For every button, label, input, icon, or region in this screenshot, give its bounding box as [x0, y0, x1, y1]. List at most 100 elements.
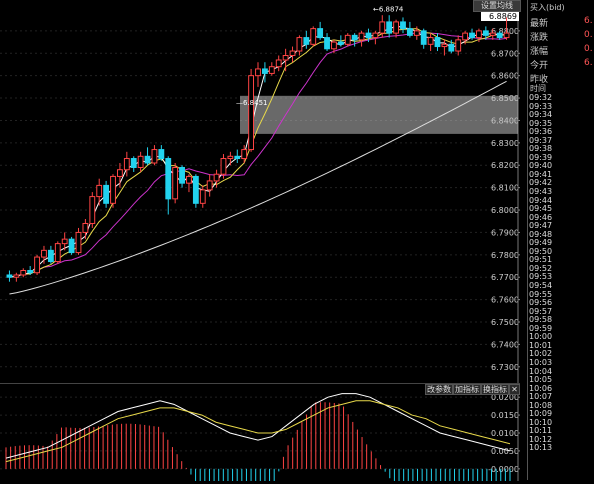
candle-down [496, 32, 503, 39]
candle-up [54, 243, 61, 263]
candle-up [206, 180, 213, 191]
highlight-zone [240, 95, 518, 134]
y-tick-label: 6.8700 [491, 49, 519, 58]
candle-down [324, 37, 330, 50]
candle-up [476, 30, 482, 39]
candle-down [406, 28, 413, 36]
candle-up [413, 30, 420, 36]
y-tick-label: 6.7400 [491, 340, 519, 349]
indicator-chart-svg: 0.02000.01500.01000.0050-0.0000 [0, 384, 521, 484]
add-indicator-button[interactable]: 加指标 [453, 384, 481, 395]
indicator-panel: 0.0200 0.0150 0.0100 0.0050 -0.0000 [0, 383, 521, 484]
y-tick-label: 6.7700 [491, 273, 519, 282]
bid-header: 买入(bid) [530, 3, 565, 12]
candle-up [289, 50, 296, 57]
candle-up [227, 155, 234, 160]
candle-down [144, 155, 151, 164]
dea-line [5, 400, 511, 463]
candle-up [358, 32, 365, 41]
current-price-label: 6.8869 [489, 12, 517, 21]
candle-up [151, 149, 158, 164]
candle-down [165, 158, 172, 200]
candle-up [89, 196, 96, 224]
y-tick-label: 6.7900 [491, 228, 519, 237]
candle-up [41, 249, 47, 258]
candle-down [434, 37, 441, 48]
y-tick-label: 6.7300 [491, 363, 519, 372]
quote-panel: 买入(bid) 最新 6. 涨跌 0. 涨幅 0. 今开 6. 昨收 时间 09:32 0… [527, 0, 594, 480]
candle-up [82, 222, 89, 233]
candlestick-chart[interactable]: 6.88006.87006.86006.85006.84006.83006.82… [0, 0, 521, 383]
candle-up [34, 256, 40, 274]
time-item[interactable]: 10:13 [529, 444, 589, 453]
quote-row-change-pct: 涨幅 0. [530, 44, 593, 57]
candle-up [268, 66, 275, 74]
y-tick-label: 6.7800 [491, 251, 519, 260]
sub-y-tick-label: 0.0100 [491, 429, 519, 438]
sub-y-tick-label: 0.0050 [491, 447, 519, 456]
candle-up [296, 37, 303, 52]
candle-down [6, 274, 13, 278]
y-tick-label: 6.8300 [491, 139, 519, 148]
candle-up [199, 189, 206, 204]
candle-down [130, 158, 137, 168]
y-tick-label: 6.8000 [491, 206, 519, 215]
candle-up [379, 21, 386, 34]
price-chart-svg: 6.88006.87006.86006.85006.84006.83006.82… [0, 0, 521, 383]
candle-up [137, 155, 144, 168]
candle-up [172, 166, 179, 200]
candle-down [303, 37, 310, 45]
candle-up [186, 175, 192, 184]
candle-up [255, 68, 261, 77]
candle-down [317, 28, 324, 39]
candle-up [462, 32, 469, 41]
set-ma-button[interactable]: 设置均线 [473, 0, 521, 12]
candle-up [20, 270, 27, 276]
candle-up [61, 238, 68, 245]
candle-down [47, 249, 54, 263]
candle-up [96, 184, 103, 198]
candle-down [261, 68, 268, 74]
candle-down [386, 21, 393, 34]
candle-down [448, 43, 455, 52]
candle-up [220, 158, 227, 175]
candle-down [27, 270, 34, 274]
candle-up [13, 274, 20, 278]
candle-up [331, 41, 337, 50]
candle-up [213, 173, 220, 182]
candle-down [234, 155, 241, 160]
candle-up [75, 231, 82, 254]
candle-down [192, 175, 199, 204]
candle-up [503, 32, 510, 39]
candle-down [351, 34, 358, 41]
candle-up [310, 28, 317, 45]
sub-y-tick-label: 0.0150 [491, 411, 519, 420]
quote-row-change: 涨跌 0. [530, 30, 593, 43]
candle-up [110, 175, 116, 204]
low-marker-label: —6.8451 [236, 99, 268, 107]
y-tick-label: 6.8100 [491, 184, 519, 193]
candle-down [482, 30, 489, 36]
candle-up [248, 75, 255, 151]
quote-row-latest: 最新 6. [530, 16, 593, 29]
candle-up [427, 37, 434, 45]
candle-down [365, 32, 372, 39]
time-list[interactable]: 09:32 09:33 09:34 09:35 09:36 09:37 09:38 09:39… [529, 93, 589, 453]
candle-up [282, 55, 289, 61]
close-indicator-icon[interactable]: ✕ [509, 384, 520, 395]
candle-down [179, 166, 185, 184]
candle-down [420, 30, 427, 45]
candle-down [400, 21, 406, 30]
replace-indicator-button[interactable]: 换指标 [481, 384, 509, 395]
candle-up [241, 149, 248, 160]
candle-up [372, 32, 379, 39]
candle-down [337, 41, 344, 45]
y-tick-label: 6.7500 [491, 318, 519, 327]
candle-up [117, 169, 123, 177]
y-tick-label: 6.8600 [491, 72, 519, 81]
sub-y-tick-label: -0.0000 [488, 465, 519, 474]
candle-up [393, 21, 399, 34]
change-params-button[interactable]: 改参数 [425, 384, 453, 395]
candle-up [344, 34, 351, 45]
y-tick-label: 6.7600 [491, 296, 519, 305]
